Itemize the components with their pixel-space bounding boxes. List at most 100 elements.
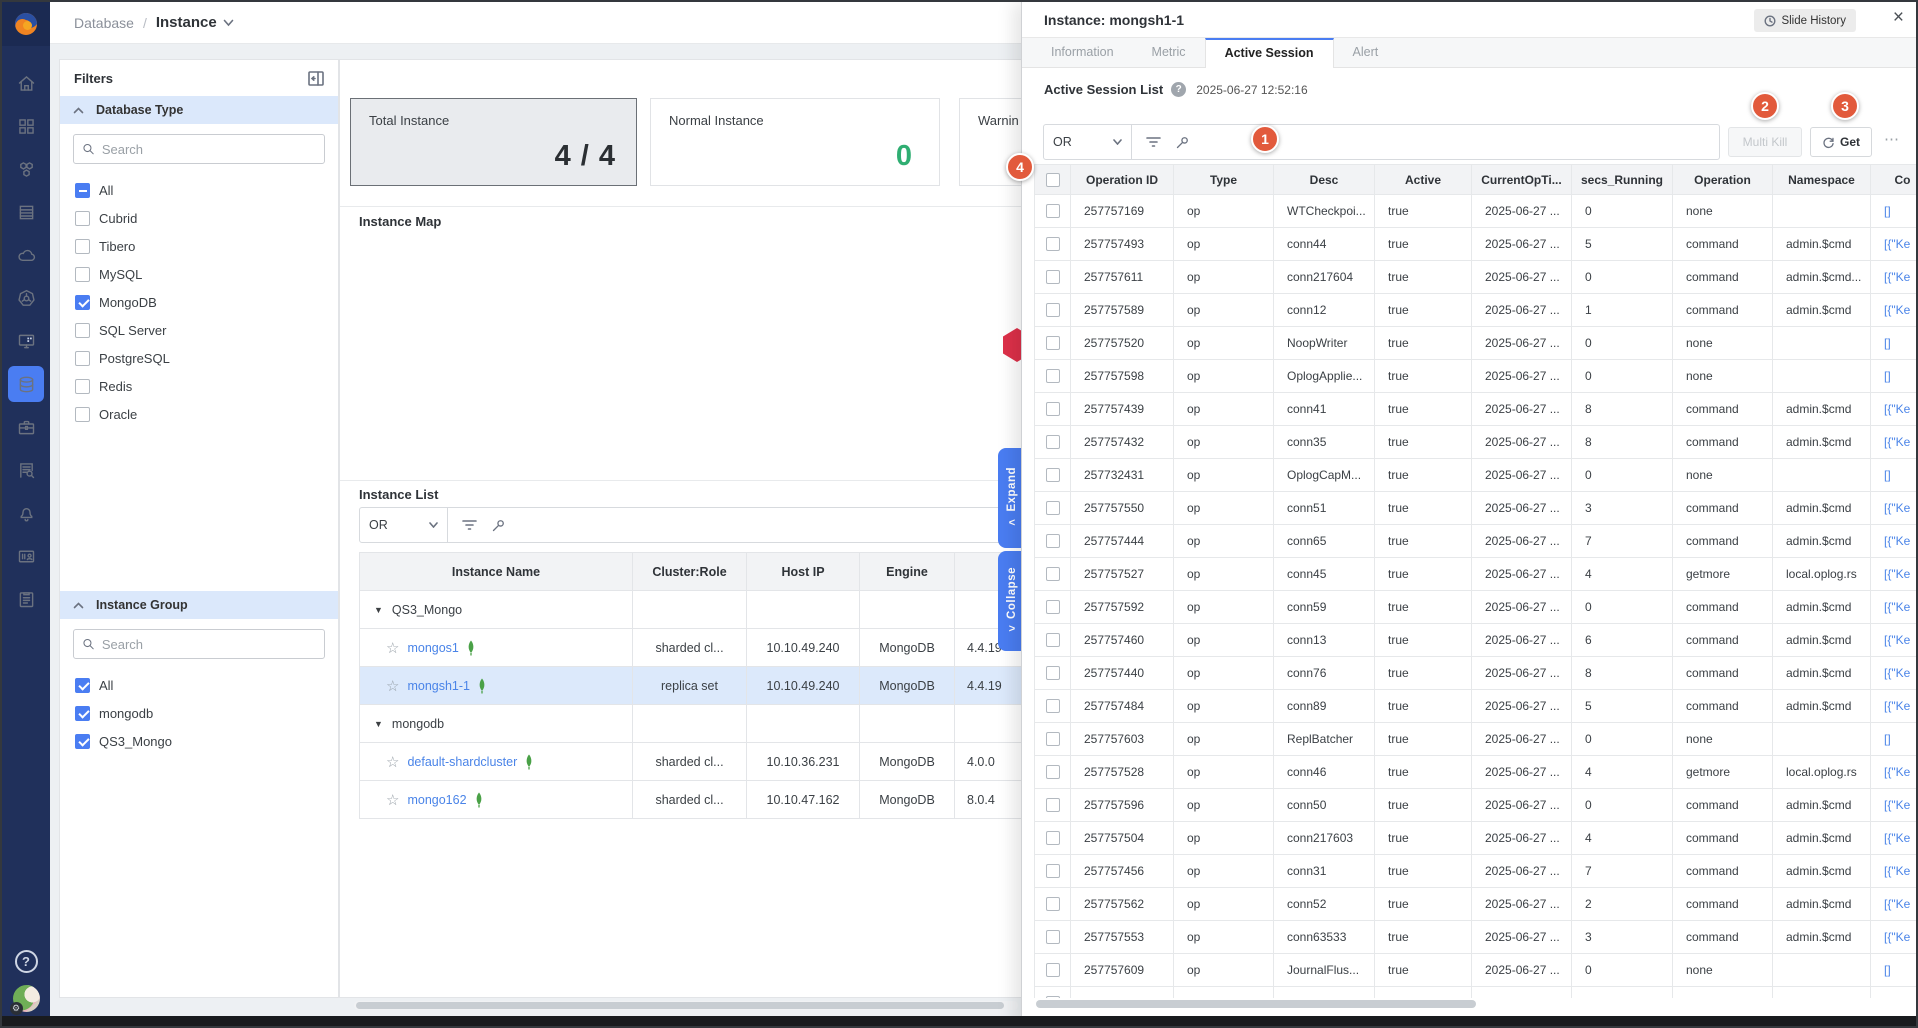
checkbox[interactable] (1046, 699, 1060, 713)
search-input[interactable] (102, 637, 316, 652)
database-type-search[interactable] (73, 134, 325, 164)
pin-icon[interactable] (1175, 135, 1190, 150)
star-icon[interactable]: ☆ (386, 677, 399, 695)
checkbox[interactable] (75, 734, 90, 749)
session-row[interactable]: 257757440opconn76true2025-06-27 ...8comm… (1035, 657, 1918, 690)
session-row[interactable]: 257757611opconn217604true2025-06-27 ...0… (1035, 261, 1918, 294)
sidebar-item-kubernetes[interactable] (8, 280, 44, 316)
tab-metric[interactable]: Metric (1133, 38, 1205, 68)
user-avatar[interactable]: ⚙ (13, 985, 40, 1012)
database-type-option-cubrid[interactable]: Cubrid (60, 204, 338, 232)
sidebar-item-briefcase[interactable] (8, 409, 44, 445)
help-icon[interactable]: ? (1171, 82, 1186, 97)
column-header[interactable]: Type (1174, 165, 1274, 195)
checkbox[interactable] (75, 267, 90, 282)
instance-group-option-qs3-mongo[interactable]: QS3_Mongo (60, 727, 338, 755)
instance-name-link[interactable]: mongos1 (407, 641, 458, 655)
checkbox[interactable] (75, 183, 90, 198)
instance-row-mongos1[interactable]: ☆mongos1 sharded cl... 10.10.49.240 Mong… (360, 629, 1021, 667)
command-cell[interactable]: [{"Ke (1871, 525, 1918, 558)
column-header[interactable]: Engine (860, 553, 955, 591)
instance-row-default-shardcluster[interactable]: ☆default-shardcluster sharded cl... 10.1… (360, 743, 1021, 781)
scrollbar-thumb[interactable] (1036, 1000, 1476, 1008)
row-checkbox-cell[interactable] (1035, 888, 1071, 921)
command-cell[interactable]: [] (1871, 459, 1918, 492)
row-checkbox-cell[interactable] (1035, 195, 1071, 228)
get-button[interactable]: Get (1810, 127, 1872, 157)
database-type-option-all[interactable]: All (60, 176, 338, 204)
row-checkbox-cell[interactable] (1035, 360, 1071, 393)
sidebar-item-clipboard-report[interactable] (8, 581, 44, 617)
tab-information[interactable]: Information (1032, 38, 1133, 68)
session-row[interactable]: 257757603opReplBatchertrue2025-06-27 ...… (1035, 723, 1918, 756)
checkbox[interactable] (1046, 534, 1060, 548)
row-checkbox-cell[interactable] (1035, 591, 1071, 624)
command-cell[interactable]: [{"Ke (1871, 624, 1918, 657)
instance-name-link[interactable]: default-shardcluster (407, 755, 517, 769)
session-row[interactable]: 257757551opconn49true2025-06-27 ...2comm… (1035, 987, 1918, 998)
row-checkbox-cell[interactable] (1035, 459, 1071, 492)
session-row[interactable]: 257757550opconn51true2025-06-27 ...3comm… (1035, 492, 1918, 525)
checkbox[interactable] (1046, 765, 1060, 779)
checkbox[interactable] (75, 351, 90, 366)
session-row[interactable]: 257757528opconn46true2025-06-27 ...4getm… (1035, 756, 1918, 789)
checkbox[interactable] (75, 678, 90, 693)
checkbox[interactable] (1046, 897, 1060, 911)
command-cell[interactable]: [{"Ke (1871, 261, 1918, 294)
session-row[interactable]: 257757596opconn50true2025-06-27 ...0comm… (1035, 789, 1918, 822)
command-cell[interactable]: [{"Ke (1871, 921, 1918, 954)
filter-logic-select[interactable]: OR (1044, 125, 1132, 159)
sidebar-item-id-card[interactable] (8, 538, 44, 574)
row-checkbox-cell[interactable] (1035, 921, 1071, 954)
horizontal-scrollbar[interactable] (354, 1001, 1018, 1010)
database-type-option-redis[interactable]: Redis (60, 372, 338, 400)
filter-icon[interactable] (462, 519, 477, 531)
tab-alert[interactable]: Alert (1334, 38, 1398, 68)
checkbox[interactable] (1046, 468, 1060, 482)
session-row[interactable]: 257757484opconn89true2025-06-27 ...5comm… (1035, 690, 1918, 723)
session-row[interactable]: 257757592opconn59true2025-06-27 ...0comm… (1035, 591, 1918, 624)
row-checkbox-cell[interactable] (1035, 954, 1071, 987)
sidebar-item-monitor-apps[interactable] (8, 323, 44, 359)
command-cell[interactable]: [{"Ke (1871, 492, 1918, 525)
command-cell[interactable]: [{"Ke (1871, 855, 1918, 888)
command-cell[interactable]: [{"Ke (1871, 393, 1918, 426)
command-cell[interactable]: [] (1871, 954, 1918, 987)
command-cell[interactable]: [{"K (1871, 987, 1918, 998)
star-icon[interactable]: ☆ (386, 639, 399, 657)
checkbox[interactable] (1046, 732, 1060, 746)
checkbox[interactable] (1046, 930, 1060, 944)
row-checkbox-cell[interactable] (1035, 261, 1071, 294)
section-instance-group[interactable]: Instance Group (60, 591, 338, 619)
checkbox[interactable] (75, 706, 90, 721)
checkbox[interactable] (75, 379, 90, 394)
help-button[interactable]: ? (15, 950, 38, 973)
session-row[interactable]: 257757493opconn44true2025-06-27 ...5comm… (1035, 228, 1918, 261)
sidebar-item-cloud[interactable] (8, 237, 44, 273)
session-row[interactable]: 257757456opconn31true2025-06-27 ...7comm… (1035, 855, 1918, 888)
instance-name-link[interactable]: mongo162 (407, 793, 466, 807)
triangle-down-icon[interactable]: ▼ (374, 605, 383, 615)
column-header[interactable]: Co (1871, 165, 1918, 195)
checkbox[interactable] (1046, 864, 1060, 878)
session-row[interactable]: 257757609opJournalFlus...true2025-06-27 … (1035, 954, 1918, 987)
column-header[interactable]: Instance Name (360, 553, 633, 591)
checkbox[interactable] (1046, 501, 1060, 515)
app-logo[interactable] (2, 2, 50, 46)
panel-horizontal-scrollbar[interactable] (1034, 998, 1918, 1010)
instance-group-option-all[interactable]: All (60, 671, 338, 699)
command-cell[interactable]: [] (1871, 195, 1918, 228)
session-row[interactable]: 257757439opconn41true2025-06-27 ...8comm… (1035, 393, 1918, 426)
star-icon[interactable]: ☆ (386, 753, 399, 771)
session-row[interactable]: 257757520opNoopWritertrue2025-06-27 ...0… (1035, 327, 1918, 360)
command-cell[interactable]: [{"Ke (1871, 690, 1918, 723)
more-options-button[interactable]: ⋯ (1884, 130, 1900, 148)
row-checkbox-cell[interactable] (1035, 822, 1071, 855)
session-row[interactable]: 257757444opconn65true2025-06-27 ...7comm… (1035, 525, 1918, 558)
column-header[interactable]: Active (1375, 165, 1472, 195)
command-cell[interactable]: [{"Ke (1871, 426, 1918, 459)
command-cell[interactable]: [{"Ke (1871, 657, 1918, 690)
row-checkbox-cell[interactable] (1035, 294, 1071, 327)
chevron-down-icon[interactable] (223, 14, 234, 32)
database-type-option-sql-server[interactable]: SQL Server (60, 316, 338, 344)
